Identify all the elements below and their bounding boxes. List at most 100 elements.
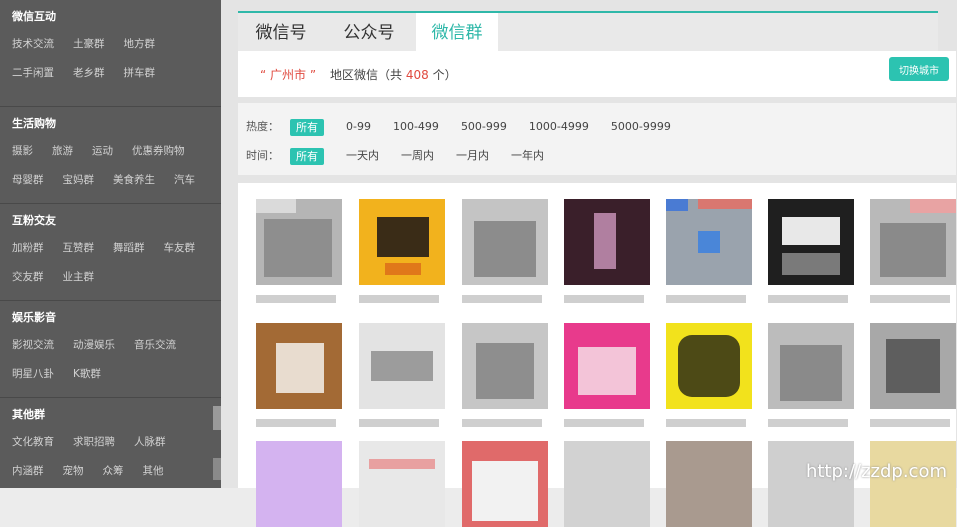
group-qr-thumbnail[interactable] [666, 323, 752, 409]
heat-option[interactable]: 所有 [290, 118, 324, 136]
group-qr-thumbnail[interactable] [256, 441, 342, 527]
group-qr-thumbnail[interactable] [768, 323, 854, 409]
group-qr-thumbnail[interactable] [870, 323, 956, 409]
sidebar-item[interactable]: 老乡群 [73, 59, 105, 88]
group-card[interactable] [768, 441, 854, 527]
group-card[interactable] [666, 441, 752, 527]
group-qr-thumbnail[interactable] [462, 441, 548, 527]
group-card[interactable] [256, 323, 342, 427]
group-qr-thumbnail[interactable] [870, 441, 956, 527]
group-card[interactable] [256, 441, 342, 527]
sidebar-item[interactable]: 动漫娱乐 [73, 331, 115, 360]
sidebar-item[interactable]: 运动 [92, 137, 113, 166]
time-option[interactable]: 一天内 [346, 146, 379, 166]
sidebar-item[interactable]: 音乐交流 [134, 331, 176, 360]
group-qr-thumbnail[interactable] [564, 199, 650, 285]
group-qr-thumbnail[interactable] [870, 199, 956, 285]
group-card[interactable] [359, 199, 445, 303]
group-card[interactable] [256, 199, 342, 303]
group-card[interactable] [768, 199, 854, 303]
sidebar-item[interactable]: 美食养生 [113, 166, 155, 195]
sidebar-item[interactable]: 宠物 [63, 457, 84, 486]
sidebar-item[interactable]: 舞蹈群 [113, 234, 145, 263]
group-card[interactable] [564, 199, 650, 303]
sidebar-item[interactable]: 宝妈群 [63, 166, 95, 195]
group-card[interactable] [462, 441, 548, 527]
group-card[interactable] [666, 199, 752, 303]
time-option[interactable]: 一周内 [401, 146, 434, 166]
group-qr-thumbnail[interactable] [359, 441, 445, 527]
group-qr-thumbnail[interactable] [768, 199, 854, 285]
tab-wechat-id[interactable]: 微信号 [238, 13, 324, 53]
sidebar-item[interactable]: 技术交流 [12, 30, 54, 59]
heat-option[interactable]: 1000-4999 [529, 117, 589, 137]
sidebar-item[interactable]: 众筹 [103, 457, 124, 486]
sidebar-item[interactable]: 母婴群 [12, 166, 44, 195]
sidebar-item[interactable]: 车友群 [164, 234, 196, 263]
sidebar-item[interactable]: 摄影 [12, 137, 33, 166]
group-card[interactable] [359, 441, 445, 527]
group-caption [256, 419, 336, 427]
group-qr-thumbnail[interactable] [666, 441, 752, 527]
sidebar-section: 其他群 文化教育 求职招聘 人脉群 内涵群 宠物 众筹 其他 [0, 398, 221, 488]
sidebar-item[interactable]: 旅游 [52, 137, 73, 166]
group-card[interactable] [359, 323, 445, 427]
sidebar-section-title: 娱乐影音 [12, 311, 56, 324]
group-caption [666, 295, 746, 303]
group-qr-thumbnail[interactable] [359, 199, 445, 285]
heat-option[interactable]: 500-999 [461, 117, 507, 137]
group-card[interactable] [666, 323, 752, 427]
tab-wechat-group[interactable]: 微信群 [416, 13, 498, 53]
group-card[interactable] [870, 323, 956, 427]
group-qr-thumbnail[interactable] [564, 441, 650, 527]
sidebar-item[interactable]: 地方群 [124, 30, 156, 59]
sidebar-item[interactable]: 求职招聘 [73, 428, 115, 457]
group-qr-thumbnail[interactable] [462, 199, 548, 285]
group-qr-thumbnail[interactable] [666, 199, 752, 285]
group-qr-thumbnail[interactable] [256, 199, 342, 285]
group-caption [359, 419, 439, 427]
switch-city-button[interactable]: 切换城市 [889, 57, 949, 81]
time-option[interactable]: 一年内 [511, 146, 544, 166]
time-option[interactable]: 所有 [290, 147, 324, 165]
group-qr-thumbnail[interactable] [462, 323, 548, 409]
sidebar-section-title: 生活购物 [12, 117, 56, 130]
group-qr-thumbnail[interactable] [768, 441, 854, 527]
time-option[interactable]: 一月内 [456, 146, 489, 166]
group-qr-thumbnail[interactable] [256, 323, 342, 409]
filter-panel: 热度： 所有 0-99 100-499 500-999 1000-4999 50… [238, 103, 956, 175]
heat-option[interactable]: 0-99 [346, 117, 371, 137]
group-card[interactable] [564, 323, 650, 427]
tab-official-account[interactable]: 公众号 [326, 13, 412, 53]
sidebar-item[interactable]: 加粉群 [12, 234, 44, 263]
heat-option[interactable]: 100-499 [393, 117, 439, 137]
group-card[interactable] [870, 441, 956, 527]
sidebar-item[interactable]: 文化教育 [12, 428, 54, 457]
sidebar-item[interactable]: 互赞群 [63, 234, 95, 263]
sidebar-scrollbar-track[interactable] [213, 458, 221, 480]
sidebar-item[interactable]: 影视交流 [12, 331, 54, 360]
tab-bar: 微信号 公众号 微信群 [238, 11, 938, 53]
sidebar-item[interactable]: 二手闲置 [12, 59, 54, 88]
sidebar-item[interactable]: 明星八卦 [12, 360, 54, 389]
group-qr-thumbnail[interactable] [359, 323, 445, 409]
group-qr-thumbnail[interactable] [564, 323, 650, 409]
sidebar-item[interactable]: K歌群 [73, 360, 101, 389]
group-card[interactable] [462, 199, 548, 303]
time-filter-row: 时间： 所有 一天内 一周内 一月内 一年内 [246, 146, 566, 166]
sidebar-item[interactable]: 人脉群 [134, 428, 166, 457]
group-card[interactable] [462, 323, 548, 427]
sidebar-item[interactable]: 土豪群 [73, 30, 105, 59]
sidebar-item[interactable]: 内涵群 [12, 457, 44, 486]
sidebar-item[interactable]: 业主群 [63, 263, 95, 292]
sidebar-item[interactable]: 拼车群 [124, 59, 156, 88]
sidebar-scrollbar-thumb[interactable] [213, 406, 221, 430]
sidebar-item[interactable]: 汽车 [174, 166, 195, 195]
group-card[interactable] [768, 323, 854, 427]
group-card[interactable] [870, 199, 956, 303]
sidebar-item[interactable]: 其他 [143, 457, 164, 486]
sidebar-item[interactable]: 优惠券购物 [132, 137, 185, 166]
group-card[interactable] [564, 441, 650, 527]
sidebar-item[interactable]: 交友群 [12, 263, 44, 292]
heat-option[interactable]: 5000-9999 [611, 117, 671, 137]
